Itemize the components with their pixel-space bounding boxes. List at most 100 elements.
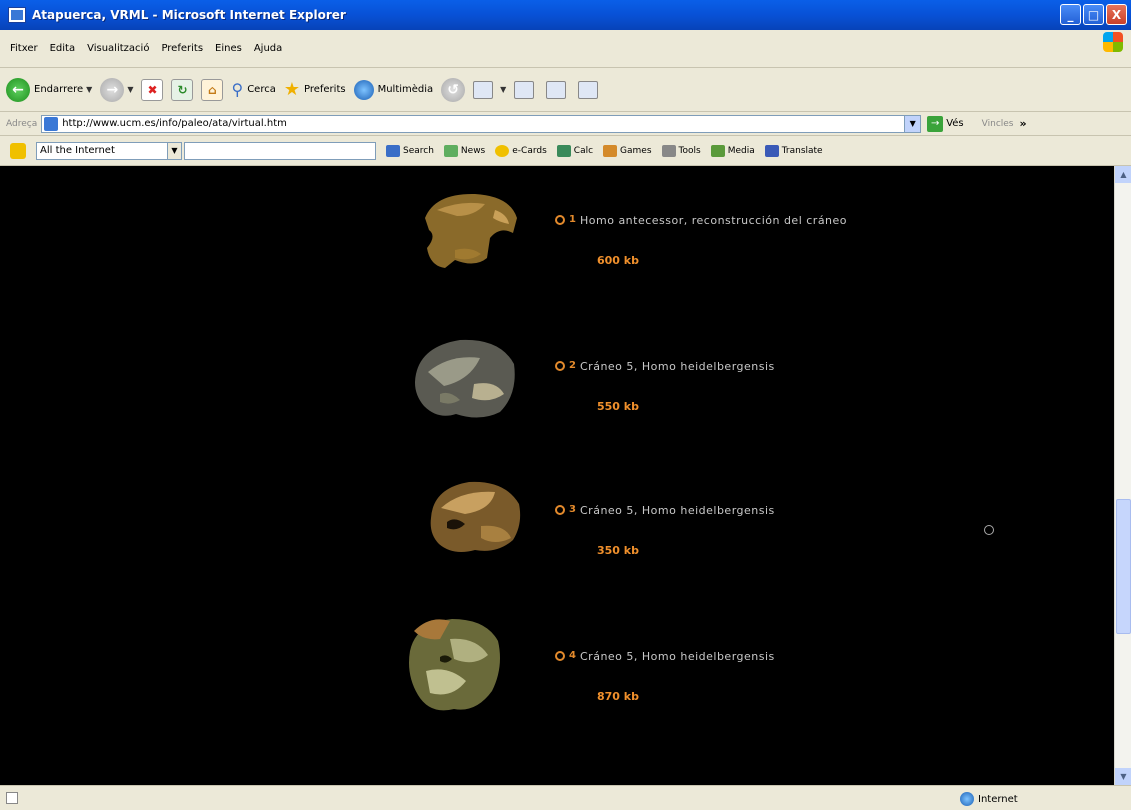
bullet-icon[interactable]	[555, 505, 565, 515]
calculator-icon	[556, 144, 571, 157]
page-status-icon	[6, 792, 18, 804]
search-scope-value: All the Internet	[40, 145, 115, 156]
entry-title-link[interactable]: Cráneo 5, Homo heidelbergensis	[580, 504, 775, 517]
page-icon	[44, 116, 59, 131]
search-button[interactable]: ⚲ Cerca	[231, 80, 275, 99]
menu-help[interactable]: Ajuda	[254, 43, 282, 54]
chevron-down-icon[interactable]: ▼	[500, 85, 506, 94]
status-bar: Internet	[0, 785, 1131, 810]
tool-news[interactable]: News	[443, 144, 486, 157]
close-button[interactable]: X	[1106, 4, 1127, 25]
back-arrow-icon: ←	[6, 77, 30, 102]
multimedia-button[interactable]: Multimèdia	[353, 79, 433, 100]
go-label: Vés	[946, 118, 964, 129]
address-url[interactable]: http://www.ucm.es/info/paleo/ata/virtual…	[62, 118, 287, 129]
forward-arrow-icon: →	[100, 77, 125, 102]
refresh-icon: ↻	[171, 78, 194, 101]
tool-search[interactable]: Search	[386, 144, 434, 157]
history-button[interactable]: ↺	[441, 77, 466, 102]
go-button[interactable]: → Vés	[927, 115, 964, 132]
smiley-icon	[495, 144, 510, 157]
star-icon: ★	[283, 79, 300, 100]
search-input[interactable]	[184, 141, 376, 160]
mouse-cursor-icon	[984, 525, 994, 535]
chevron-right-icon[interactable]: »	[1020, 117, 1027, 130]
skull-image-2[interactable]	[410, 334, 520, 424]
entry-size: 350 kb	[597, 544, 639, 557]
vertical-scrollbar[interactable]: ▲ ▼	[1114, 166, 1131, 785]
scroll-down-button[interactable]: ▼	[1115, 768, 1131, 785]
tools-icon	[661, 144, 676, 157]
window-title: Atapuerca, VRML - Microsoft Internet Exp…	[32, 8, 346, 22]
skull-image-4[interactable]	[400, 611, 510, 721]
bullet-icon[interactable]	[555, 651, 565, 661]
messenger-icon	[578, 80, 599, 99]
tool-calc-label: Calc	[573, 145, 594, 156]
chevron-down-icon[interactable]: ▼	[127, 85, 133, 94]
scroll-up-button[interactable]: ▲	[1115, 166, 1131, 183]
search-toolbar: All the Internet ▼ Search News e-Cards C…	[0, 136, 1131, 166]
translate-icon	[764, 144, 779, 157]
entry-title-link[interactable]: Cráneo 5, Homo heidelbergensis	[580, 360, 775, 373]
edit-icon	[546, 80, 567, 99]
chevron-down-icon[interactable]: ▼	[86, 85, 92, 94]
games-icon	[603, 144, 618, 157]
search-icon: ⚲	[231, 80, 244, 99]
globe-icon	[960, 792, 974, 806]
tool-media[interactable]: Media	[710, 144, 755, 157]
security-zone: Internet	[960, 792, 1018, 806]
minimize-button[interactable]: _	[1060, 4, 1081, 25]
tool-translate[interactable]: Translate	[764, 144, 823, 157]
entry-title-link[interactable]: Cráneo 5, Homo heidelbergensis	[580, 650, 775, 663]
messenger-button[interactable]	[578, 80, 602, 99]
stop-icon: ✖	[141, 78, 164, 101]
maximize-button[interactable]: □	[1083, 4, 1104, 25]
tool-news-label: News	[460, 145, 486, 156]
zone-label: Internet	[978, 793, 1018, 805]
title-bar: Atapuerca, VRML - Microsoft Internet Exp…	[0, 0, 1131, 30]
scroll-thumb[interactable]	[1116, 499, 1131, 634]
forward-button[interactable]: → ▼	[100, 77, 133, 102]
tool-calc[interactable]: Calc	[556, 144, 594, 157]
go-arrow-icon: →	[927, 115, 944, 132]
tool-games-label: Games	[620, 145, 652, 156]
windows-logo-icon	[1103, 32, 1123, 52]
favorites-label: Preferits	[303, 84, 346, 95]
ie-window-icon	[8, 7, 26, 23]
menu-file[interactable]: Fitxer	[10, 43, 38, 54]
stop-button[interactable]: ✖	[141, 78, 164, 101]
bullet-icon[interactable]	[555, 215, 565, 225]
skull-image-1[interactable]	[415, 188, 525, 274]
refresh-button[interactable]: ↻	[171, 78, 194, 101]
menu-tools[interactable]: Eines	[215, 43, 242, 54]
skull-image-3[interactable]	[425, 474, 525, 560]
search-icon	[386, 144, 400, 157]
home-button[interactable]: ⌂	[201, 78, 224, 101]
mail-button[interactable]: ▼	[473, 80, 506, 99]
tool-tools-label: Tools	[678, 145, 701, 156]
tool-games[interactable]: Games	[603, 144, 652, 157]
tool-search-label: Search	[403, 145, 434, 156]
edit-button[interactable]	[546, 80, 570, 99]
chevron-down-icon[interactable]: ▼	[904, 115, 921, 132]
history-icon: ↺	[441, 77, 466, 102]
favorites-button[interactable]: ★ Preferits	[284, 79, 346, 100]
search-scope-select[interactable]: All the Internet ▼	[36, 141, 182, 160]
entry-title-link[interactable]: Homo antecessor, reconstrucción del crán…	[580, 214, 847, 227]
menu-view[interactable]: Visualització	[87, 43, 149, 54]
back-button[interactable]: ← Endarrere ▼	[6, 77, 92, 102]
address-field[interactable]: http://www.ucm.es/info/paleo/ata/virtual…	[41, 114, 922, 133]
chevron-down-icon[interactable]: ▼	[167, 142, 181, 159]
bullet-icon[interactable]	[555, 361, 565, 371]
links-label[interactable]: Vincles	[982, 119, 1014, 129]
menu-favorites[interactable]: Preferits	[161, 43, 203, 54]
entry-number: 3	[569, 504, 576, 515]
entry-number: 1	[569, 214, 576, 225]
tool-ecards[interactable]: e-Cards	[495, 144, 547, 157]
address-bar: Adreça http://www.ucm.es/info/paleo/ata/…	[0, 112, 1131, 136]
standard-toolbar: ← Endarrere ▼ → ▼ ✖ ↻ ⌂ ⚲ Cerca ★ Prefer…	[0, 68, 1131, 112]
menu-edit[interactable]: Edita	[50, 43, 76, 54]
tool-tools[interactable]: Tools	[661, 144, 701, 157]
home-icon: ⌂	[201, 78, 224, 101]
print-button[interactable]	[514, 80, 538, 99]
